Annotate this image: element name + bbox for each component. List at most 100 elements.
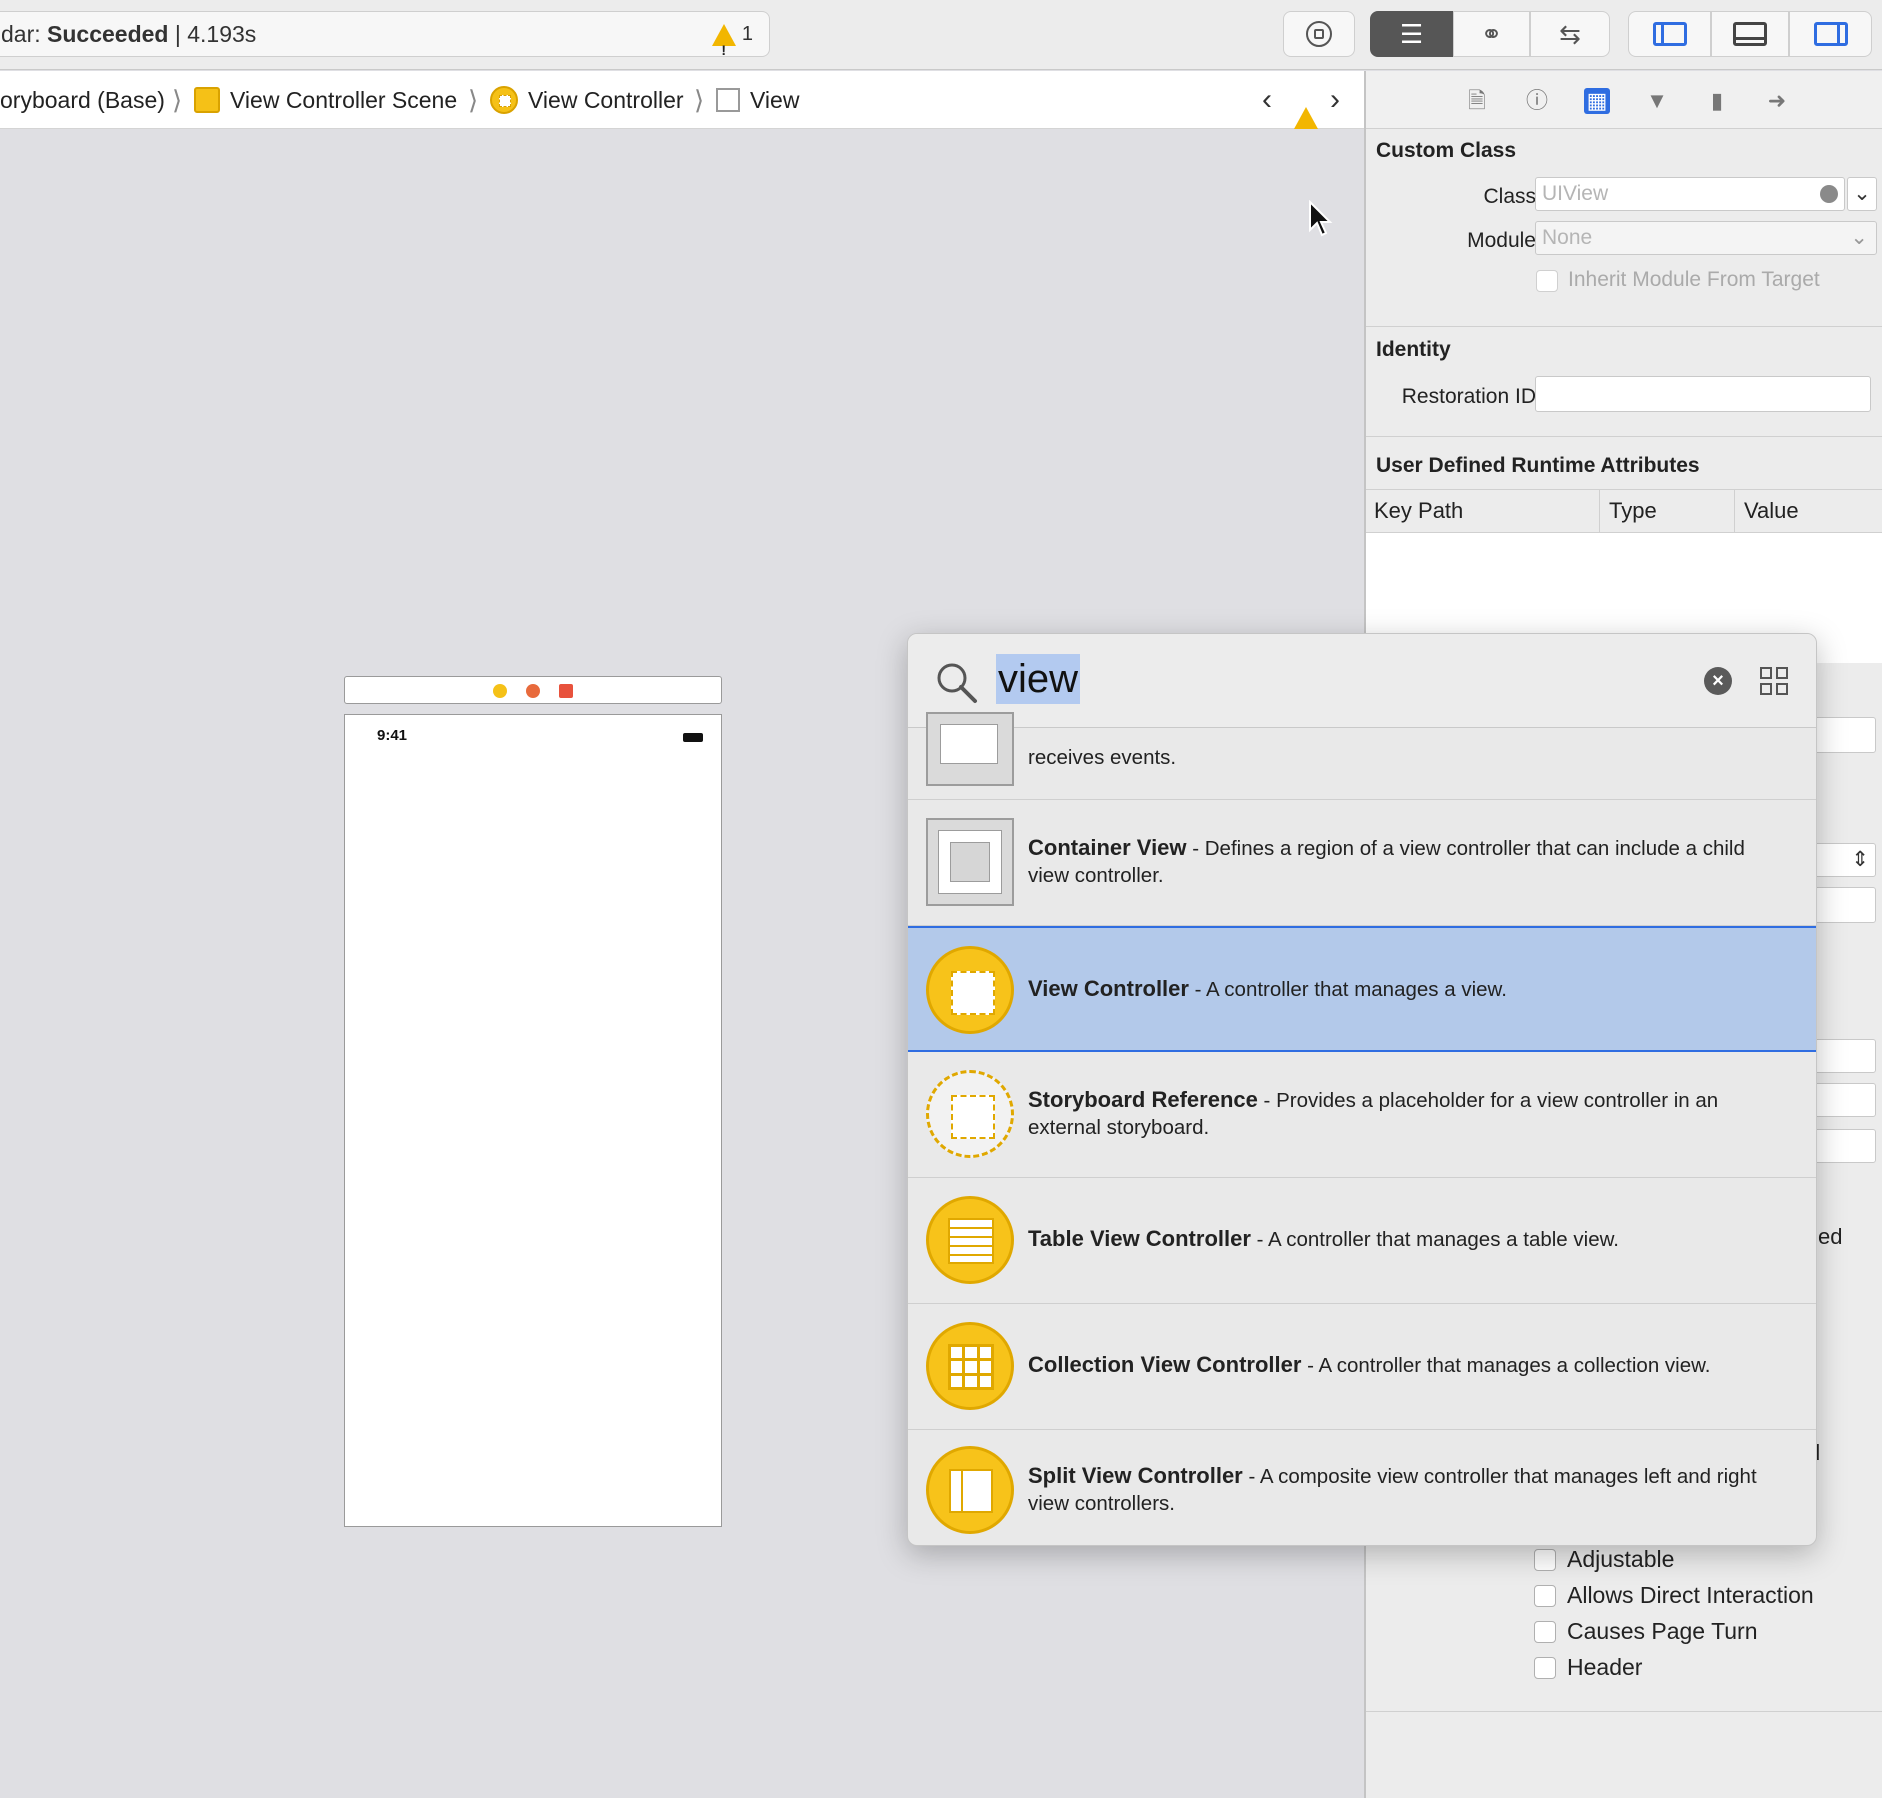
venn-icon: ⚭ bbox=[1480, 18, 1503, 49]
inspector-tabs: 🗎 ⓘ ▦ ▼ ▮ ➜ bbox=[1366, 71, 1882, 129]
next-issue-button[interactable]: › bbox=[1330, 71, 1340, 129]
adjustable-checkbox[interactable] bbox=[1534, 1549, 1556, 1571]
align-left-icon: ☰ bbox=[1399, 18, 1424, 49]
column-key-path[interactable]: Key Path bbox=[1374, 490, 1463, 532]
first-responder-dock-icon[interactable] bbox=[526, 684, 540, 698]
breadcrumb-scene-label: View Controller Scene bbox=[230, 87, 458, 113]
chevron-right-icon: ⟩ bbox=[694, 85, 705, 115]
library-item-name: Table View Controller bbox=[1028, 1226, 1251, 1251]
help-icon[interactable]: ⓘ bbox=[1524, 88, 1550, 114]
chevron-down-icon: ⌄ bbox=[1850, 226, 1868, 249]
inherit-module-checkbox[interactable] bbox=[1536, 270, 1558, 292]
clear-search-icon[interactable]: × bbox=[1704, 667, 1732, 695]
activity-prefix: dar: bbox=[1, 21, 41, 47]
class-field[interactable]: UIView bbox=[1535, 177, 1845, 211]
object-library-popup: view × receives events. Container View -… bbox=[907, 633, 1817, 1546]
library-item-collection-view-controller[interactable]: Collection View Controller - A controlle… bbox=[908, 1304, 1816, 1430]
library-item-name: Storyboard Reference bbox=[1028, 1087, 1258, 1112]
divider bbox=[1366, 436, 1882, 437]
library-search-bar: view × bbox=[908, 634, 1816, 728]
warning-badge[interactable]: 1 bbox=[712, 12, 753, 72]
mouse-cursor-icon bbox=[1309, 200, 1333, 237]
restoration-id-label: Restoration ID bbox=[1401, 385, 1536, 408]
runtime-attributes-header: User Defined Runtime Attributes bbox=[1376, 454, 1700, 477]
library-item-description: - A controller that manages a collection… bbox=[1301, 1354, 1711, 1377]
library-item-description: receives events. bbox=[1028, 746, 1177, 769]
view-object-icon bbox=[926, 712, 1014, 786]
adjustable-label: Adjustable bbox=[1567, 1546, 1675, 1572]
divider bbox=[1366, 326, 1882, 327]
size-inspector-icon[interactable]: ▮ bbox=[1704, 88, 1730, 114]
collection-view-controller-icon bbox=[926, 1322, 1014, 1410]
chevron-down-icon: ⌄ bbox=[1853, 182, 1871, 205]
left-panel-icon bbox=[1652, 22, 1687, 46]
attributes-inspector-icon[interactable]: ▼ bbox=[1644, 88, 1670, 114]
library-item-container-view[interactable]: Container View - Defines a region of a v… bbox=[908, 800, 1816, 926]
file-inspector-icon[interactable]: 🗎 bbox=[1464, 88, 1490, 114]
assistant-editor-button[interactable]: ⚭ bbox=[1453, 11, 1530, 57]
causes-page-turn-checkbox[interactable] bbox=[1534, 1621, 1556, 1643]
partial-label: ed bbox=[1818, 1224, 1843, 1249]
search-icon bbox=[937, 663, 977, 703]
scene-icon bbox=[194, 86, 220, 113]
breadcrumb-view-controller[interactable]: View Controller bbox=[490, 71, 684, 129]
divider bbox=[1366, 1711, 1882, 1712]
library-item-split-view-controller[interactable]: Split View Controller - A composite view… bbox=[908, 1430, 1816, 1545]
class-dropdown-button[interactable]: ⌄ bbox=[1847, 177, 1877, 211]
library-item-storyboard-reference[interactable]: Storyboard Reference - Provides a placeh… bbox=[908, 1052, 1816, 1178]
module-placeholder: None bbox=[1542, 226, 1593, 249]
grid-view-icon[interactable] bbox=[1760, 667, 1788, 695]
inherit-module-label: Inherit Module From Target bbox=[1568, 268, 1820, 291]
breadcrumb-storyboard[interactable]: oryboard (Base) bbox=[0, 71, 165, 129]
connections-inspector-icon[interactable]: ➜ bbox=[1764, 88, 1790, 114]
breadcrumb-view[interactable]: View bbox=[716, 71, 799, 129]
header-checkbox[interactable] bbox=[1534, 1657, 1556, 1679]
view-controller-icon bbox=[490, 85, 518, 114]
activity-viewer: dar: Succeeded | 4.193s 1 bbox=[0, 11, 770, 72]
library-item-name: Split View Controller bbox=[1028, 1463, 1243, 1488]
version-editor-button[interactable]: ⇆ bbox=[1530, 11, 1610, 57]
previous-issue-button[interactable]: ‹ bbox=[1262, 71, 1272, 129]
toggle-navigator-button[interactable] bbox=[1628, 11, 1711, 57]
allows-direct-interaction-label: Allows Direct Interaction bbox=[1567, 1582, 1814, 1608]
view-controller-canvas[interactable]: 9:41 bbox=[344, 714, 722, 1527]
storyboard-reference-icon bbox=[926, 1070, 1014, 1158]
standard-editor-button[interactable]: ☰ bbox=[1370, 11, 1453, 57]
library-item-name: View Controller bbox=[1028, 976, 1189, 1001]
allows-direct-interaction-checkbox[interactable] bbox=[1534, 1585, 1556, 1607]
view-controller-icon bbox=[926, 946, 1014, 1034]
module-field[interactable]: None ⌄ bbox=[1535, 221, 1877, 255]
view-controller-dock-icon[interactable] bbox=[493, 684, 507, 698]
restoration-id-field[interactable] bbox=[1535, 376, 1871, 412]
toggle-debug-button[interactable] bbox=[1711, 11, 1789, 57]
build-status: Succeeded bbox=[47, 21, 169, 47]
class-label: Class bbox=[1483, 185, 1536, 208]
class-placeholder: UIView bbox=[1542, 182, 1609, 205]
library-item-view-controller[interactable]: View Controller - A controller that mana… bbox=[908, 926, 1816, 1052]
library-item-table-view-controller[interactable]: Table View Controller - A controller tha… bbox=[908, 1178, 1816, 1304]
breadcrumb-vc-label: View Controller bbox=[528, 87, 684, 113]
runtime-attributes-table-header: Key Path Type Value bbox=[1366, 489, 1882, 533]
updown-chevron-icon: ⇕ bbox=[1851, 848, 1869, 871]
container-view-icon bbox=[926, 818, 1014, 906]
identity-header: Identity bbox=[1376, 338, 1451, 361]
scene-dock[interactable] bbox=[344, 676, 722, 704]
library-search-input[interactable]: view bbox=[996, 654, 1081, 704]
build-time: | 4.193s bbox=[174, 21, 257, 47]
identity-inspector-icon[interactable]: ▦ bbox=[1584, 88, 1610, 114]
breadcrumb-scene[interactable]: View Controller Scene bbox=[194, 71, 457, 129]
bottom-panel-icon bbox=[1733, 22, 1767, 46]
warning-icon bbox=[712, 23, 737, 72]
column-type[interactable]: Type bbox=[1609, 490, 1657, 532]
column-value[interactable]: Value bbox=[1744, 490, 1799, 532]
library-icon bbox=[1306, 21, 1332, 47]
go-arrow-icon[interactable] bbox=[1820, 185, 1838, 203]
exit-dock-icon[interactable] bbox=[559, 684, 573, 698]
right-panel-icon bbox=[1813, 22, 1848, 46]
library-item-view[interactable]: receives events. bbox=[908, 712, 1816, 800]
library-button[interactable] bbox=[1283, 11, 1355, 57]
module-label: Module bbox=[1467, 229, 1536, 252]
swap-arrows-icon: ⇆ bbox=[1559, 18, 1581, 49]
library-item-name: Collection View Controller bbox=[1028, 1352, 1302, 1377]
toggle-inspector-button[interactable] bbox=[1789, 11, 1872, 57]
